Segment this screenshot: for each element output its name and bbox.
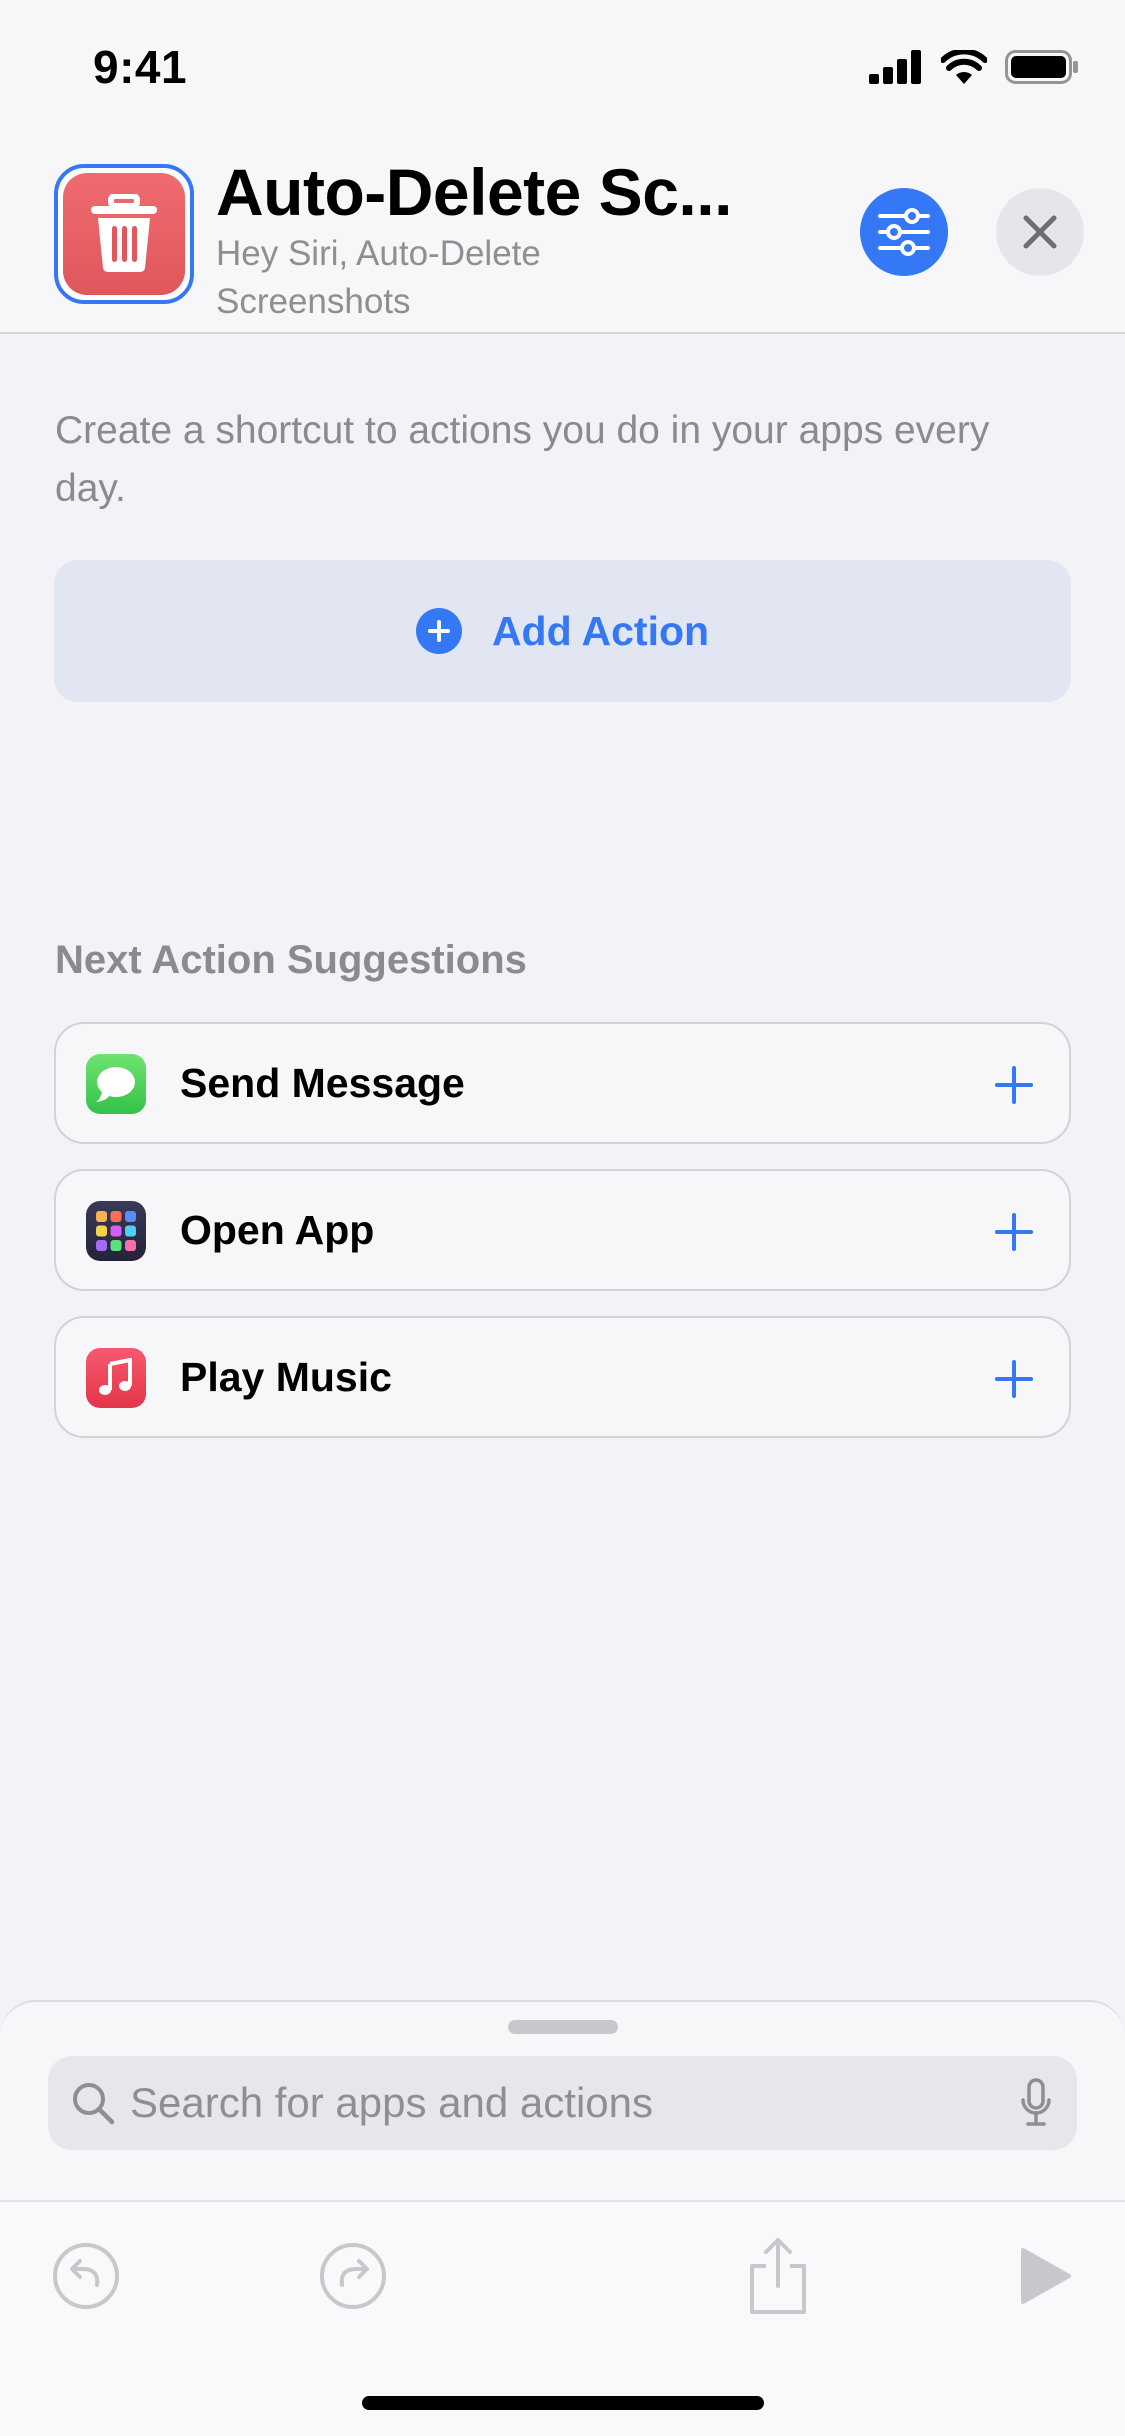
add-icon[interactable] — [989, 1207, 1039, 1257]
suggestion-label: Open App — [180, 1207, 375, 1253]
status-bar: 9:41 — [0, 0, 1125, 130]
add-action-label: Add Action — [491, 607, 710, 654]
suggestion-open-app[interactable]: Open App — [54, 1169, 1071, 1291]
redo-button[interactable] — [313, 2236, 393, 2316]
suggestions-title: Next Action Suggestions — [55, 938, 527, 982]
microphone-icon[interactable] — [1019, 2078, 1053, 2128]
share-icon — [750, 2238, 806, 2314]
trash-icon — [63, 173, 185, 295]
intro-text: Create a shortcut to actions you do in y… — [55, 409, 990, 510]
wifi-icon — [941, 50, 987, 84]
suggestion-play-music[interactable]: Play Music — [54, 1316, 1071, 1438]
suggestion-label: Play Music — [180, 1354, 392, 1400]
status-time: 9:41 — [93, 41, 188, 93]
undo-icon — [53, 2243, 119, 2309]
battery-icon — [1005, 50, 1078, 84]
redo-icon — [320, 2243, 386, 2309]
shortcut-header: Auto-Delete Sc... Hey Siri, Auto-Delete … — [0, 130, 1125, 334]
share-button[interactable] — [738, 2236, 818, 2316]
play-icon — [1021, 2248, 1071, 2304]
close-icon — [1023, 215, 1057, 249]
close-button[interactable] — [996, 188, 1084, 276]
add-icon[interactable] — [989, 1354, 1039, 1404]
home-indicator — [362, 2396, 764, 2410]
messages-app-icon — [86, 1054, 146, 1114]
suggestion-send-message[interactable]: Send Message — [54, 1022, 1071, 1144]
add-action-button[interactable]: Add Action — [54, 560, 1071, 702]
search-input[interactable] — [130, 2056, 990, 2150]
shortcut-title[interactable]: Auto-Delete Sc... — [216, 154, 732, 230]
music-app-icon — [86, 1348, 146, 1408]
shortcut-editor-screen: 9:41 Auto-Delete Sc... Hey Siri, Auto-De… — [0, 0, 1125, 2436]
undo-button[interactable] — [46, 2236, 126, 2316]
settings-button[interactable] — [860, 188, 948, 276]
suggestion-label: Send Message — [180, 1060, 465, 1106]
search-icon — [73, 2083, 115, 2125]
search-bar[interactable] — [48, 2056, 1077, 2150]
run-button[interactable] — [1004, 2236, 1084, 2316]
app-grid-icon — [86, 1201, 146, 1261]
action-search-sheet — [0, 2000, 1125, 2200]
add-icon[interactable] — [989, 1060, 1039, 1110]
status-icons — [869, 50, 1079, 84]
sliders-icon — [878, 208, 930, 256]
shortcut-subtitle: Hey Siri, Auto-Delete Screenshots — [216, 234, 541, 321]
cellular-signal-icon — [869, 50, 921, 84]
sheet-grabber[interactable] — [508, 2020, 618, 2034]
plus-circle-icon — [415, 608, 462, 654]
shortcut-icon-button[interactable] — [54, 164, 194, 304]
